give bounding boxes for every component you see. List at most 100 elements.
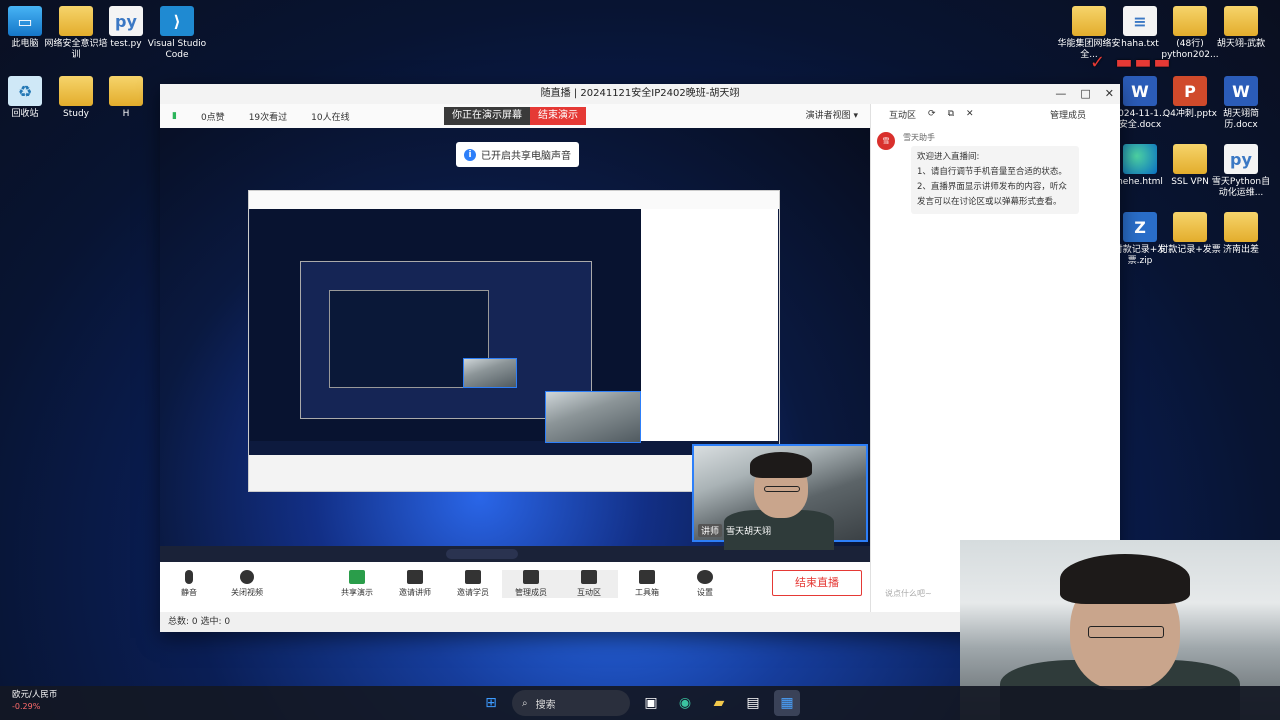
close-icon[interactable]: ✕ xyxy=(1105,84,1114,104)
likes-count: 0点赞 xyxy=(200,112,225,123)
tab-interaction[interactable]: 互动区 xyxy=(889,108,916,121)
presenter-view-dropdown[interactable]: 演讲者视图 ▾ xyxy=(806,104,858,128)
currency-widget[interactable]: 欧元/人民币 -0.29% xyxy=(12,689,57,713)
info-icon: i xyxy=(464,148,476,161)
presenter-camera[interactable]: 讲师 雪天胡天翊 xyxy=(692,444,868,550)
presenter-view-label: 演讲者视图 xyxy=(805,111,851,121)
widget-title: 欧元/人民币 xyxy=(12,690,58,700)
invite-student-button[interactable]: 邀请学员 xyxy=(444,570,502,598)
desktop-icon-h[interactable]: H xyxy=(93,76,159,120)
chat-close-icon[interactable]: ✕ xyxy=(966,109,974,119)
folder-icon xyxy=(1224,6,1258,36)
tab-manage-members[interactable]: 管理成员 xyxy=(1050,108,1086,121)
status-bar: 总数: 0 选中: 0 xyxy=(160,612,960,632)
invite-speaker-button[interactable]: 邀请讲师 xyxy=(386,570,444,598)
nested-search xyxy=(446,549,518,559)
settings-button[interactable]: 设置 xyxy=(676,570,734,598)
maximize-icon[interactable]: □ xyxy=(1080,84,1090,104)
nested-camera-medium xyxy=(545,391,641,443)
search-label: 搜索 xyxy=(535,699,556,711)
vscode-icon: ⟩ xyxy=(160,6,194,36)
share-screen-icon xyxy=(349,570,365,584)
share-demo-button[interactable]: 共享演示 xyxy=(328,570,386,598)
online-count: 10人在线 xyxy=(311,112,350,123)
views-count: 19次看过 xyxy=(248,112,288,123)
shared-screen-preview: i 已开启共享电脑声音 讲师 雪天胡天翊 xyxy=(160,128,870,562)
sharing-status: 你正在演示屏幕 xyxy=(444,107,530,125)
end-live-button[interactable]: 结束直播 xyxy=(772,570,862,596)
pc-icon: ▭ xyxy=(8,6,42,36)
mute-button[interactable]: 静音 xyxy=(160,570,218,598)
minimize-icon[interactable]: — xyxy=(1055,84,1066,104)
end-demo-button[interactable]: 结束演示 xyxy=(530,107,586,125)
popout-icon[interactable]: ⧉ xyxy=(948,109,954,119)
sharing-indicator: 你正在演示屏幕 结束演示 xyxy=(444,107,586,125)
refresh-icon[interactable]: ⟳ xyxy=(928,109,936,119)
ppt-icon: P xyxy=(1173,76,1207,106)
zip-icon: Z xyxy=(1123,212,1157,242)
nested-camera-small xyxy=(463,358,517,388)
webcam-hair xyxy=(1060,554,1190,604)
toolbox-button[interactable]: 工具箱 xyxy=(618,570,676,598)
presenter-tag: 讲师 雪天胡天翊 xyxy=(698,524,771,537)
recycle-bin-icon: ♻ xyxy=(8,76,42,106)
word-icon: W xyxy=(1224,76,1258,106)
live-stats-bar: ▮ 0点赞 19次看过 10人在线 你正在演示屏幕 结束演示 演讲者视图 ▾ xyxy=(160,104,870,128)
chat-header: 互动区 ⟳ ⧉ ✕ 管理成员 xyxy=(871,104,1120,124)
app-taskbar-icon[interactable]: ▤ xyxy=(740,690,766,716)
nested-chat-panel xyxy=(641,209,778,441)
widget-value: -0.29% xyxy=(12,702,41,711)
desktop-icon-vscode[interactable]: ⟩ Visual Studio Code xyxy=(144,6,210,61)
explorer-taskbar-icon[interactable]: ▰ xyxy=(706,690,732,716)
python-file-icon: py xyxy=(109,6,143,36)
folder-icon xyxy=(109,76,143,106)
watermark-logo: ✓ ▬▬▬ xyxy=(1090,52,1173,73)
folder-icon xyxy=(59,76,93,106)
members-icon xyxy=(523,570,539,584)
webcam-glasses xyxy=(1088,626,1164,638)
live-app-taskbar-icon[interactable]: ▦ xyxy=(774,690,800,716)
nested-title-bar xyxy=(249,191,779,209)
edge-icon xyxy=(1123,144,1157,174)
toast-text: 已开启共享电脑声音 xyxy=(481,151,571,162)
edge-taskbar-icon[interactable]: ◉ xyxy=(672,690,698,716)
taskbar-search[interactable]: ⌕ 搜索 xyxy=(512,690,630,716)
settings-icon xyxy=(697,570,713,584)
folder-icon xyxy=(1224,212,1258,242)
start-icon[interactable]: ⊞ xyxy=(478,690,504,716)
window-title: 随直播 | 20241121安全IP2402晚班-胡天翊 xyxy=(540,88,740,99)
desktop-icon-resume-docx[interactable]: W 胡天翊简历.docx xyxy=(1208,76,1274,131)
folder-icon xyxy=(1072,6,1106,36)
assistant-avatar: 雪 xyxy=(877,132,895,150)
manage-members-button[interactable]: 管理成员 xyxy=(502,570,560,598)
live-toolbar: 静音 关闭视频 共享演示 邀请讲师 邀请学员 管理成员 互动区 工具箱 设置 结… xyxy=(160,562,870,606)
taskbar-apps: ⊞ ⌕ 搜索 ▣ ◉ ▰ ▤ ▦ xyxy=(478,690,800,716)
word-icon: W xyxy=(1123,76,1157,106)
camera-icon xyxy=(240,570,254,584)
desktop-icon-jinan-trip[interactable]: 济南出差 xyxy=(1208,212,1274,256)
window-title-bar: 随直播 | 20241121安全IP2402晚班-胡天翊 — □ ✕ xyxy=(160,84,1120,104)
chat-icon xyxy=(581,570,597,584)
message-sender: 雪天助手 xyxy=(903,133,935,142)
desktop-icon-hutianyi[interactable]: 胡天翊-武款 xyxy=(1208,6,1274,50)
toolbox-icon xyxy=(639,570,655,584)
microphone-icon xyxy=(185,570,193,584)
presenter-glasses xyxy=(764,486,800,492)
taskbar: 欧元/人民币 -0.29% ⊞ ⌕ 搜索 ▣ ◉ ▰ ▤ ▦ xyxy=(0,686,1280,720)
python-folder-icon: py xyxy=(1224,144,1258,174)
signal-icon: ▮ xyxy=(172,111,177,121)
desktop-icon-python-ops[interactable]: py 雪天Python自动化运维... xyxy=(1208,144,1274,199)
task-view-icon[interactable]: ▣ xyxy=(638,690,664,716)
text-file-icon: ≡ xyxy=(1123,6,1157,36)
presenter-name: 雪天胡天翊 xyxy=(726,527,772,537)
audio-share-toast: i 已开启共享电脑声音 xyxy=(456,142,579,167)
message-text: 欢迎进入直播间: 1、请自行调节手机音量至合适的状态。 2、直播界面显示讲师发布… xyxy=(911,146,1079,214)
video-toggle-button[interactable]: 关闭视频 xyxy=(218,570,276,598)
search-icon: ⌕ xyxy=(522,697,528,709)
chat-panel: 互动区 ⟳ ⧉ ✕ 管理成员 雪 雪天助手 欢迎进入直播间: 1、请自行调节手机… xyxy=(870,104,1120,612)
folder-icon xyxy=(1173,6,1207,36)
invite-student-icon xyxy=(465,570,481,584)
interaction-button[interactable]: 互动区 xyxy=(560,570,618,598)
presenter-hair xyxy=(750,452,812,478)
folder-icon xyxy=(1173,212,1207,242)
